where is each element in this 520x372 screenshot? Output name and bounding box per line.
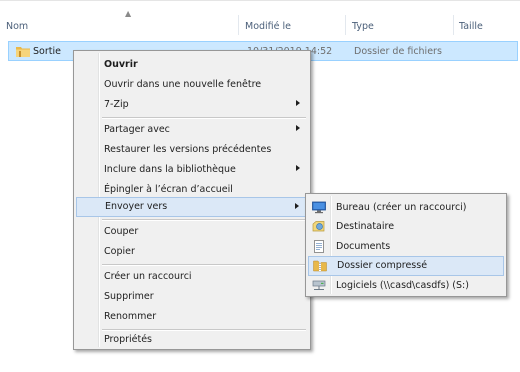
menu-item-share-with[interactable]: Partager avec: [76, 120, 308, 140]
menu-item-label: Inclure dans la bibliothèque: [104, 164, 236, 175]
menu-item-label: Épingler à l’écran d’accueil: [104, 184, 233, 195]
menu-item-label: Restaurer les versions précédentes: [104, 144, 272, 155]
send-to-submenu: Bureau (créer un raccourci) Destinataire…: [305, 193, 507, 297]
send-to-mail-recipient[interactable]: Destinataire: [308, 217, 504, 237]
menu-item-label: Couper: [104, 226, 139, 237]
menu-item-label: Propriétés: [104, 334, 153, 345]
column-modified-header[interactable]: Modifié le: [245, 21, 291, 32]
menu-item-label: Supprimer: [104, 291, 154, 302]
submenu-arrow-icon: [295, 203, 299, 209]
menu-separator: [102, 117, 306, 119]
menu-item-open[interactable]: Ouvrir: [76, 55, 308, 75]
zip-folder-icon: [313, 260, 327, 272]
menu-item-label: Dossier compressé: [337, 260, 428, 271]
menu-item-label: Logiciels (\\casd\casdfs) (S:): [336, 280, 469, 291]
column-name-header[interactable]: Nom: [6, 21, 28, 32]
menu-item-rename[interactable]: Renommer: [76, 307, 308, 327]
sort-ascending-icon[interactable]: ▲: [125, 10, 131, 18]
column-size-header[interactable]: Taille: [459, 21, 483, 32]
submenu-arrow-icon: [296, 165, 300, 171]
menu-item-label: Partager avec: [104, 124, 170, 135]
menu-item-properties[interactable]: Propriétés: [76, 330, 308, 350]
desktop-icon: [312, 201, 326, 214]
folder-icon: [16, 47, 30, 57]
menu-item-7zip[interactable]: 7-Zip: [76, 95, 308, 115]
file-type: Dossier de fichiers: [354, 46, 442, 57]
network-drive-icon: [312, 280, 326, 290]
send-to-compressed-folder[interactable]: Dossier compressé: [308, 256, 504, 276]
send-to-network-drive[interactable]: Logiciels (\\casd\casdfs) (S:): [308, 276, 504, 296]
menu-item-label: Renommer: [104, 311, 157, 322]
menu-item-send-to[interactable]: Envoyer vers: [76, 197, 308, 217]
menu-item-label: Destinataire: [336, 221, 395, 232]
column-type-header[interactable]: Type: [352, 21, 374, 32]
send-to-desktop[interactable]: Bureau (créer un raccourci): [308, 198, 504, 218]
documents-icon: [314, 240, 324, 253]
column-divider[interactable]: [345, 15, 346, 35]
menu-item-label: Copier: [104, 246, 135, 257]
menu-item-delete[interactable]: Supprimer: [76, 287, 308, 307]
column-divider[interactable]: [453, 15, 454, 35]
mail-recipient-icon: [312, 221, 325, 232]
submenu-arrow-icon: [296, 100, 300, 106]
context-menu: Ouvrir Ouvrir dans une nouvelle fenêtre …: [73, 50, 311, 350]
menu-item-label: Ouvrir: [104, 59, 138, 70]
file-name: Sortie: [33, 46, 61, 57]
menu-separator: [102, 219, 306, 221]
menu-item-label: Bureau (créer un raccourci): [336, 202, 467, 213]
column-header: ▲ Nom Modifié le Type Taille: [0, 0, 520, 35]
menu-item-label: Documents: [336, 241, 391, 252]
menu-item-label: Envoyer vers: [105, 201, 168, 212]
menu-item-label: 7-Zip: [104, 99, 129, 110]
menu-item-restore-versions[interactable]: Restaurer les versions précédentes: [76, 140, 308, 160]
menu-separator: [102, 264, 306, 266]
send-to-documents[interactable]: Documents: [308, 237, 504, 257]
column-divider[interactable]: [238, 15, 239, 35]
menu-item-label: Créer un raccourci: [104, 271, 192, 282]
submenu-arrow-icon: [296, 125, 300, 131]
menu-item-label: Ouvrir dans une nouvelle fenêtre: [104, 79, 262, 90]
menu-item-cut[interactable]: Couper: [76, 222, 308, 242]
menu-item-copy[interactable]: Copier: [76, 242, 308, 262]
menu-item-include-library[interactable]: Inclure dans la bibliothèque: [76, 160, 308, 180]
menu-item-open-new-window[interactable]: Ouvrir dans une nouvelle fenêtre: [76, 75, 308, 95]
menu-item-create-shortcut[interactable]: Créer un raccourci: [76, 267, 308, 287]
